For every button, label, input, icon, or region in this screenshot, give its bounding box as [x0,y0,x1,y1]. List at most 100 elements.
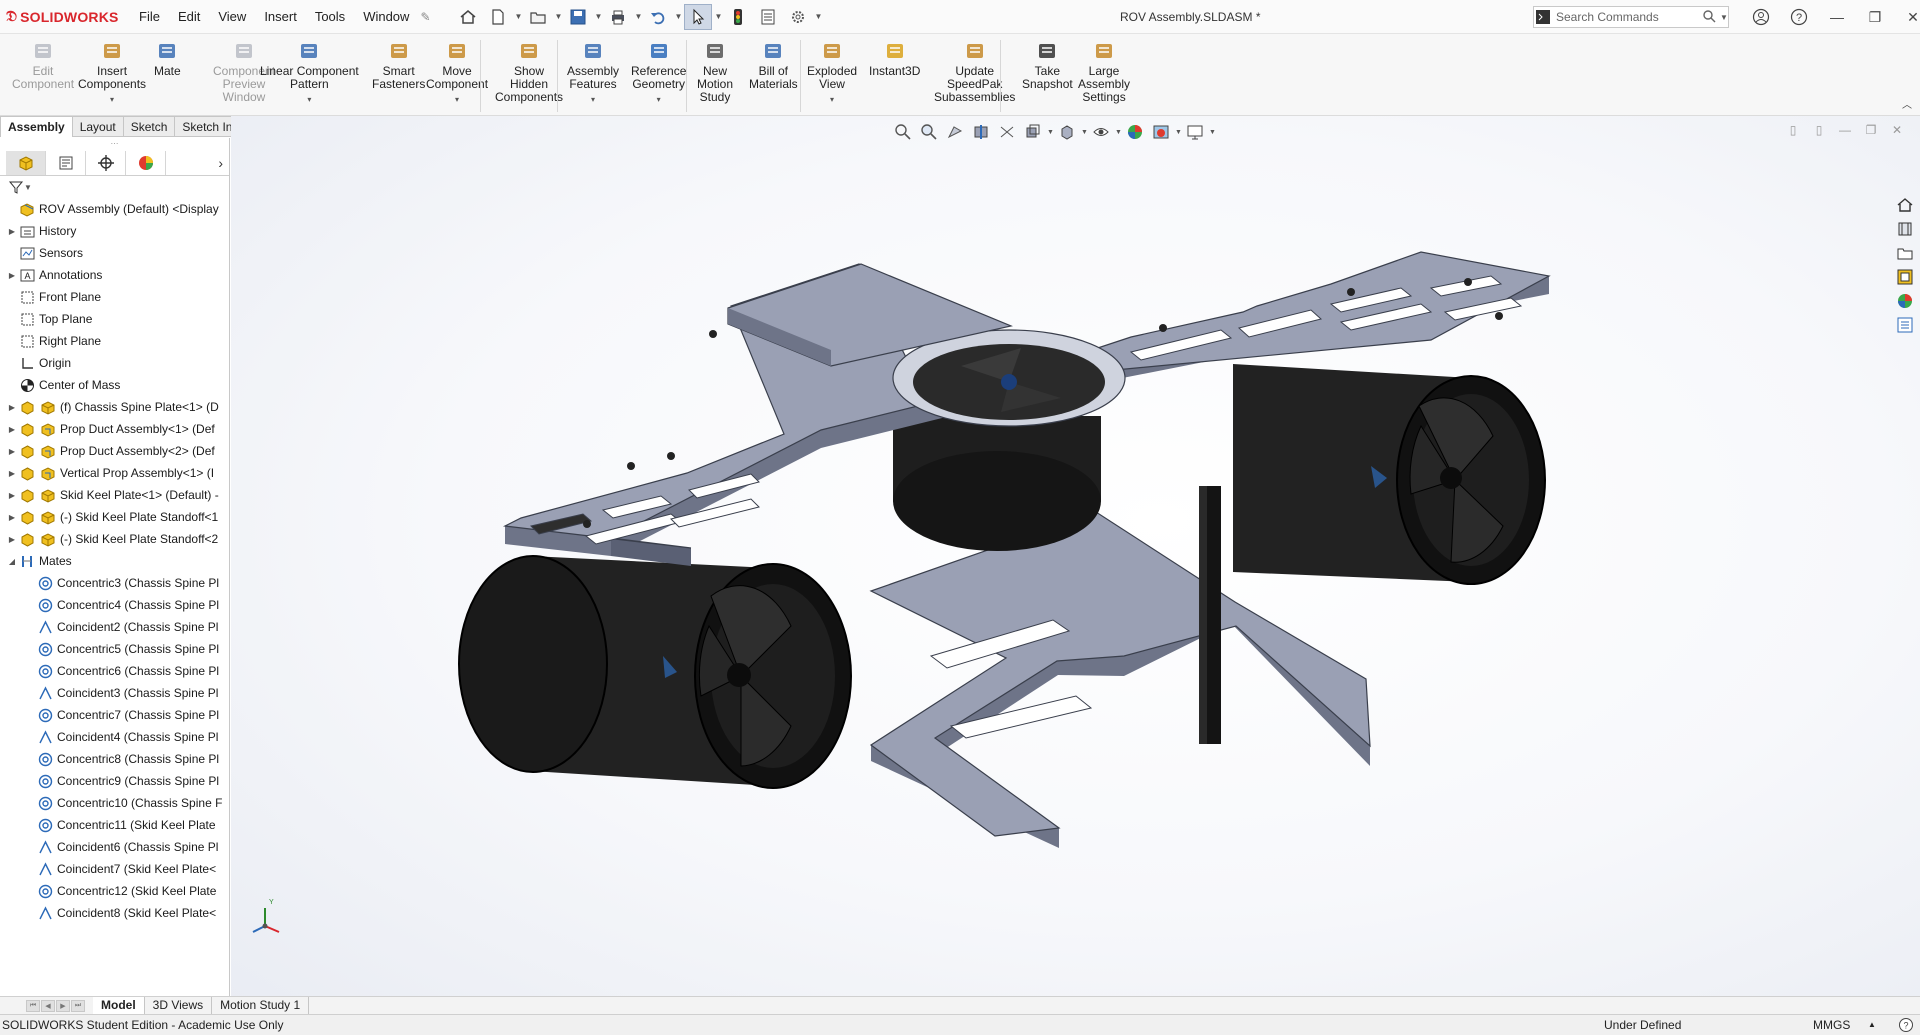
units-caret-icon[interactable]: ▲ [1868,1015,1876,1035]
expand-arrow-icon[interactable]: ▶ [6,423,18,435]
tree-filter[interactable]: ▼ [0,176,229,198]
tree-item[interactable]: ▶ Prop Duct Assembly<2> (Def [0,440,229,462]
tree-item[interactable]: Concentric6 (Chassis Spine Pl [0,660,229,682]
tree-item[interactable]: Concentric9 (Chassis Spine Pl [0,770,229,792]
search-icon[interactable] [1702,9,1720,26]
menu-insert[interactable]: Insert [255,0,306,34]
tab-sketch[interactable]: Sketch [123,116,176,137]
reference-geometry-caret-icon[interactable]: ▾ [657,93,661,106]
assembly-features-button[interactable]: Assembly Features ▾ [567,40,619,106]
tree-item[interactable]: ▶ Prop Duct Assembly<1> (Def [0,418,229,440]
expand-arrow-icon[interactable]: ▶ [6,467,18,479]
first-tab-arrow-icon[interactable]: ⏮ [26,999,40,1012]
tab-assembly[interactable]: Assembly [0,116,73,137]
prev-tab-arrow-icon[interactable]: ◀ [41,999,55,1012]
expand-arrow-icon[interactable]: ▶ [6,489,18,501]
show-hidden-components-button[interactable]: Show Hidden Components [495,40,563,104]
panel-splitter-handle[interactable]: ⋯ [0,138,229,150]
tree-item[interactable]: Front Plane [0,286,229,308]
configuration-manager-tab[interactable] [86,150,126,175]
tree-item[interactable]: Origin [0,352,229,374]
rebuild-button[interactable] [724,4,752,30]
move-component-button[interactable]: Move Component ▾ [426,40,488,106]
tab-layout[interactable]: Layout [72,116,124,137]
last-tab-arrow-icon[interactable]: ⏭ [71,999,85,1012]
pin-icon[interactable]: ✎ [420,10,434,24]
expand-arrow-icon[interactable]: ◢ [6,555,18,567]
tree-item[interactable]: Coincident3 (Chassis Spine Pl [0,682,229,704]
menu-view[interactable]: View [209,0,255,34]
menu-file[interactable]: File [130,0,169,34]
user-account-button[interactable] [1742,0,1780,34]
next-tab-arrow-icon[interactable]: ▶ [56,999,70,1012]
tree-item[interactable]: Coincident8 (Skid Keel Plate< [0,902,229,924]
expand-arrow-icon[interactable]: ▶ [6,445,18,457]
minimize-button[interactable]: — [1818,0,1856,34]
vertical-prop-duct[interactable] [893,416,1101,551]
save-button[interactable] [564,4,592,30]
tree-item[interactable]: Concentric10 (Chassis Spine F [0,792,229,814]
unit-system-selector[interactable]: MMGS [1813,1015,1850,1035]
tree-item[interactable]: Concentric8 (Chassis Spine Pl [0,748,229,770]
print-caret-icon[interactable]: ▼ [634,12,642,21]
search-caret-icon[interactable]: ▼ [1720,13,1728,22]
quick-tips-button[interactable]: ? [1898,1017,1914,1035]
smart-fasteners-button[interactable]: Smart Fasteners [372,40,425,91]
collapse-ribbon-icon[interactable]: ︿ [1902,96,1912,111]
close-button[interactable]: ✕ [1894,0,1920,34]
tree-item[interactable]: ROV Assembly (Default) <Display [0,198,229,220]
tree-item[interactable]: ▶ (-) Skid Keel Plate Standoff<1 [0,506,229,528]
restore-button[interactable]: ❐ [1856,0,1894,34]
open-caret-icon[interactable]: ▼ [554,12,562,21]
tree-item[interactable]: Top Plane [0,308,229,330]
linear-component-pattern-caret-icon[interactable]: ▾ [307,93,311,106]
exploded-view-button[interactable]: Exploded View ▾ [807,40,857,106]
expand-arrow-icon[interactable]: ▶ [6,401,18,413]
expand-arrow-icon[interactable]: ▶ [6,533,18,545]
expand-panel-icon[interactable]: › [218,155,223,171]
vertical-standoff[interactable] [1199,486,1221,744]
save-caret-icon[interactable]: ▼ [594,12,602,21]
tree-item[interactable]: Concentric4 (Chassis Spine Pl [0,594,229,616]
prop-duct-left[interactable] [458,555,852,789]
large-assembly-settings-button[interactable]: Large Assembly Settings [1078,40,1130,104]
reference-geometry-button[interactable]: Reference Geometry ▾ [631,40,686,106]
tree-item[interactable]: ▶ (f) Chassis Spine Plate<1> (D [0,396,229,418]
move-component-caret-icon[interactable]: ▾ [455,93,459,106]
select-button[interactable] [684,3,713,30]
options-caret-icon[interactable]: ▼ [814,12,822,21]
feature-manager-tab[interactable] [6,150,46,175]
select-caret-icon[interactable]: ▼ [714,12,722,21]
tree-item[interactable]: ▶ Vertical Prop Assembly<1> (I [0,462,229,484]
bill-of-materials-button[interactable]: Bill of Materials [749,40,798,91]
tree-item[interactable]: Coincident2 (Chassis Spine Pl [0,616,229,638]
tree-item[interactable]: ▶ History [0,220,229,242]
undo-button[interactable] [644,4,672,30]
expand-arrow-icon[interactable]: ▶ [6,511,18,523]
tree-item[interactable]: Coincident4 (Chassis Spine Pl [0,726,229,748]
bottom-tab-motion-study-1[interactable]: Motion Study 1 [212,997,310,1014]
tree-item[interactable]: Concentric11 (Skid Keel Plate [0,814,229,836]
insert-components-caret-icon[interactable]: ▾ [110,93,114,106]
edit-component-button[interactable]: Edit Component [12,40,74,91]
tree-item[interactable]: ▶ A Annotations [0,264,229,286]
prop-duct-right[interactable] [1233,364,1546,585]
tree-item[interactable]: Concentric12 (Skid Keel Plate [0,880,229,902]
tree-item[interactable]: Center of Mass [0,374,229,396]
menu-window[interactable]: Window [354,0,418,34]
insert-components-button[interactable]: Insert Components ▾ [78,40,146,106]
graphics-area[interactable]: ▼ ▼ ▼ ▼ ▼ ▯ ▯ — ❐ ✕ Y [231,116,1920,1013]
open-button[interactable] [524,4,552,30]
property-manager-tab[interactable] [46,150,86,175]
linear-component-pattern-button[interactable]: Linear Component Pattern ▾ [260,40,359,106]
bottom-tab-3d-views[interactable]: 3D Views [145,997,213,1014]
tree-item[interactable]: Sensors [0,242,229,264]
home-button[interactable] [454,4,482,30]
menu-edit[interactable]: Edit [169,0,209,34]
rov-assembly-model[interactable] [231,116,1920,1013]
search-input[interactable]: Search Commands [1552,10,1702,24]
new-motion-study-button[interactable]: New Motion Study [697,40,733,104]
mate-button[interactable]: Mate [154,40,181,78]
tree-item[interactable]: Concentric3 (Chassis Spine Pl [0,572,229,594]
print-button[interactable] [604,4,632,30]
